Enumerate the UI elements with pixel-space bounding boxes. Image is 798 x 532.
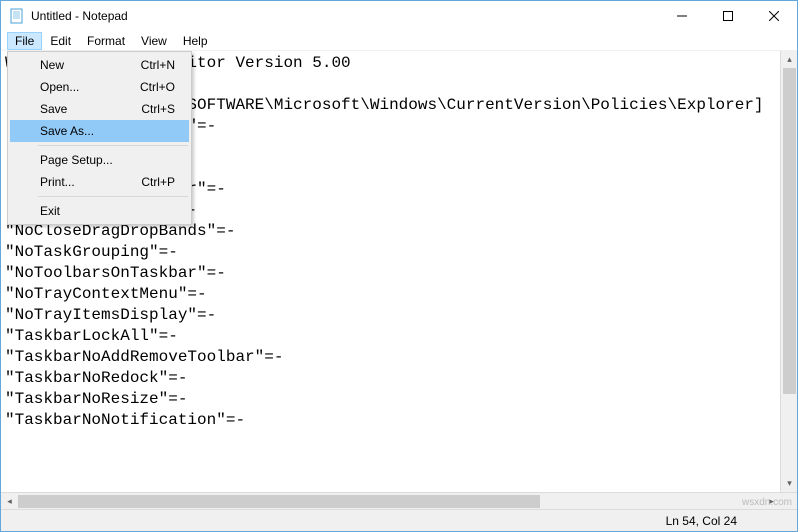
menu-page-setup[interactable]: Page Setup... (10, 149, 189, 171)
notepad-icon (9, 8, 25, 24)
menu-item-label: Open... (40, 80, 79, 94)
minimize-button[interactable] (659, 1, 705, 31)
scroll-left-icon[interactable]: ◂ (1, 493, 18, 510)
window-controls (659, 1, 797, 31)
menu-item-label: Page Setup... (40, 153, 113, 167)
scroll-v-thumb[interactable] (783, 68, 796, 394)
menubar: File Edit Format View Help (1, 31, 797, 51)
menu-item-shortcut: Ctrl+S (141, 102, 175, 116)
menu-item-label: Exit (40, 204, 60, 218)
scroll-h-thumb[interactable] (18, 495, 540, 508)
menu-edit[interactable]: Edit (42, 32, 79, 50)
menu-save[interactable]: Save Ctrl+S (10, 98, 189, 120)
maximize-button[interactable] (705, 1, 751, 31)
file-menu-dropdown: New Ctrl+N Open... Ctrl+O Save Ctrl+S Sa… (7, 51, 192, 225)
menu-format[interactable]: Format (79, 32, 133, 50)
menu-save-as[interactable]: Save As... (10, 120, 189, 142)
menu-item-label: Print... (40, 175, 75, 189)
watermark: wsxdn.com (742, 497, 792, 508)
cursor-position: Ln 54, Col 24 (666, 514, 737, 528)
menu-item-shortcut: Ctrl+N (141, 58, 175, 72)
menu-print[interactable]: Print... Ctrl+P (10, 171, 189, 193)
menu-file[interactable]: File (7, 32, 42, 50)
menu-help[interactable]: Help (175, 32, 216, 50)
scroll-down-icon[interactable]: ▾ (781, 475, 797, 492)
menu-view[interactable]: View (133, 32, 175, 50)
statusbar: Ln 54, Col 24 (1, 509, 797, 531)
menu-item-shortcut: Ctrl+O (140, 80, 175, 94)
menu-exit[interactable]: Exit (10, 200, 189, 222)
window-title: Untitled - Notepad (31, 9, 659, 23)
scroll-h-track[interactable] (18, 493, 763, 510)
titlebar: Untitled - Notepad (1, 1, 797, 31)
menu-item-shortcut: Ctrl+P (141, 175, 175, 189)
menu-open[interactable]: Open... Ctrl+O (10, 76, 189, 98)
vertical-scrollbar[interactable]: ▴ ▾ (780, 51, 797, 492)
menu-separator (38, 145, 188, 146)
horizontal-scrollbar[interactable]: ◂ ▸ (1, 492, 797, 509)
menu-item-label: Save As... (40, 124, 94, 138)
close-button[interactable] (751, 1, 797, 31)
scroll-up-icon[interactable]: ▴ (781, 51, 797, 68)
menu-item-label: Save (40, 102, 67, 116)
menu-separator (38, 196, 188, 197)
menu-new[interactable]: New Ctrl+N (10, 54, 189, 76)
scroll-v-track[interactable] (781, 68, 797, 475)
menu-item-label: New (40, 58, 64, 72)
